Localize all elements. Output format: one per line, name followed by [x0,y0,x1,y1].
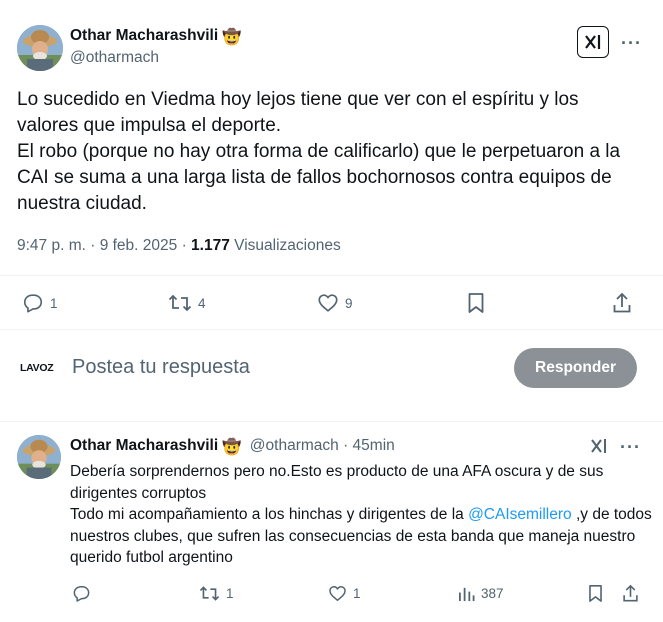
grok-button[interactable] [590,437,608,460]
reply-reply-action[interactable] [72,584,97,603]
avatar-image [17,25,63,71]
reply-input[interactable]: Postea tu respuesta [72,356,250,379]
reply-retweet-action[interactable]: 1 [199,584,234,603]
author-avatar[interactable] [17,25,63,71]
reply-author-emoji: 🤠 [222,439,242,456]
retweet-icon [199,586,220,601]
reply-like-action[interactable]: 1 [328,584,361,603]
bookmark-icon [468,293,484,313]
grok-icon [585,35,601,49]
post-metadata: 9:47 p. m. · 9 feb. 2025 · 1.177 Visuali… [17,237,341,255]
divider [0,329,663,330]
retweet-action[interactable]: 4 [168,292,206,314]
reply-submit-button[interactable]: Responder [514,348,637,388]
reply-author-name[interactable]: Othar Macharashvili 🤠 @otharmach · 45min [70,437,395,457]
mention-link[interactable]: @CAIsemillero [468,506,572,523]
post-timestamp[interactable]: 9:47 p. m. · 9 feb. 2025 · [17,237,191,254]
reply-line-2-before: Todo mi acompañamiento a los hinchas y d… [70,506,469,523]
views-label: Visualizaciones [229,237,341,254]
reply-count: 1 [50,295,58,311]
post-paragraph-2: El robo (porque no hay otra forma de cal… [17,141,621,214]
post-text: Lo sucedido en Viedma hoy lejos tiene qu… [17,87,642,217]
reply-action[interactable]: 1 [22,292,58,314]
author-name-text[interactable]: Othar Macharashvili [70,27,218,44]
share-icon [613,292,631,313]
composer-avatar-logo: LAVOZ [20,356,60,380]
bookmark-icon [589,585,602,602]
author-handle[interactable]: @otharmach [70,49,159,67]
grok-button[interactable] [577,26,609,58]
reply-bookmark-action[interactable] [587,584,604,603]
like-count: 9 [345,295,353,311]
avatar-image [17,435,61,479]
reply-time[interactable]: 45min [353,437,395,454]
bookmark-action[interactable] [466,292,486,314]
reply-line-2: Todo mi acompañamiento a los hinchas y d… [70,504,655,569]
divider [0,275,663,276]
reply-line-1: Debería sorprendernos pero no.Esto es pr… [70,463,604,502]
heart-icon [318,294,338,312]
reply-views-action[interactable]: 387 [458,584,504,603]
reply-separator: · [338,437,353,454]
reply-share-action[interactable] [622,584,639,603]
reply-views-count: 387 [481,586,504,601]
author-name[interactable]: Othar Macharashvili 🤠 [70,27,241,47]
like-action[interactable]: 9 [317,292,353,314]
reply-icon [23,294,43,313]
reply-more-options-icon[interactable]: ··· [620,438,641,456]
retweet-icon [168,294,192,312]
logo-text: LAVOZ [20,362,54,374]
grok-icon [591,439,606,453]
reply-like-count: 1 [353,586,361,601]
share-action[interactable] [612,292,632,314]
share-icon [623,584,638,602]
more-options-icon[interactable]: ··· [621,34,642,52]
reply-author-avatar[interactable] [17,435,61,479]
views-count: 1.177 [191,237,230,254]
post-paragraph-1: Lo sucedido en Viedma hoy lejos tiene qu… [17,89,579,136]
divider [0,421,663,422]
reply-author-handle[interactable]: @otharmach [250,437,339,454]
reply-author-name-text[interactable]: Othar Macharashvili [70,437,218,454]
retweet-count: 4 [198,295,206,311]
author-emoji: 🤠 [222,29,242,46]
reply-retweet-count: 1 [226,586,234,601]
views-icon [458,587,475,602]
heart-icon [329,586,346,601]
reply-text: Debería sorprendernos pero no.Esto es pr… [70,461,655,569]
reply-icon [73,586,90,602]
